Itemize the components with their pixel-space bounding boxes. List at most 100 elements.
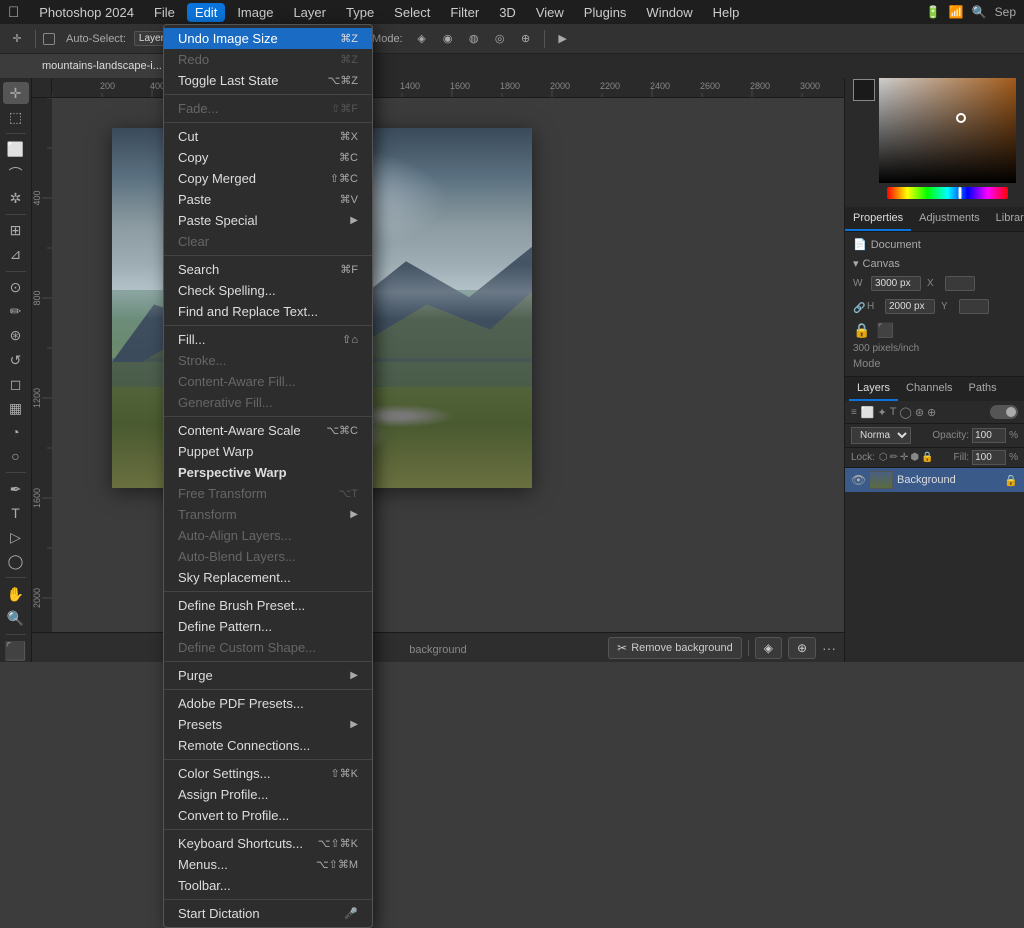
shape-tool[interactable]: ◯	[3, 550, 29, 572]
layers-tab-channels[interactable]: Channels	[898, 377, 960, 401]
smart-object-icon[interactable]: ⊛	[915, 406, 924, 419]
menu-item-toolbar[interactable]: Toolbar...	[164, 875, 372, 896]
menu-item-assign-profile[interactable]: Assign Profile...	[164, 784, 372, 805]
move-tool-btn[interactable]: ✛	[6, 28, 28, 50]
artboard-tool[interactable]: ⬚	[3, 106, 29, 128]
menu-item-search[interactable]: Search ⌘F	[164, 259, 372, 280]
menu-item-copy[interactable]: Copy ⌘C	[164, 147, 372, 168]
layer-visibility-eye[interactable]: 👁	[851, 473, 865, 487]
blend-mode-select[interactable]: Normal	[851, 427, 911, 444]
pixel-layer-icon[interactable]: ⬜	[861, 406, 875, 419]
menu-item-sky-replacement[interactable]: Sky Replacement...	[164, 567, 372, 588]
canvas-y-input[interactable]	[959, 299, 989, 314]
marquee-tool[interactable]: ⬜	[3, 139, 29, 161]
lock-image-icon[interactable]: ✏	[890, 452, 898, 463]
brush-tool[interactable]: ✏	[3, 301, 29, 323]
refine-edge-btn[interactable]: ⊕	[788, 637, 816, 659]
magic-wand-tool[interactable]: ✲	[3, 187, 29, 209]
opacity-input[interactable]	[972, 428, 1006, 443]
lock-artboard-icon[interactable]: ⬢	[910, 452, 919, 463]
menu-item-convert-to-profile[interactable]: Convert to Profile...	[164, 805, 372, 826]
menu-help[interactable]: Help	[705, 3, 748, 22]
3d-btn-2[interactable]: ◉	[437, 28, 459, 50]
menu-item-check-spelling[interactable]: Check Spelling...	[164, 280, 372, 301]
crop-tool[interactable]: ⊞	[3, 220, 29, 242]
history-brush-tool[interactable]: ↺	[3, 349, 29, 371]
menu-item-paste-special[interactable]: Paste Special ▶	[164, 210, 372, 231]
menu-view[interactable]: View	[528, 3, 572, 22]
path-selection-tool[interactable]: ▷	[3, 526, 29, 548]
more-options-btn[interactable]: ···	[822, 640, 836, 656]
pen-tool[interactable]: ✒	[3, 478, 29, 500]
background-swatch[interactable]	[853, 79, 875, 101]
3d-btn-5[interactable]: ⊕	[515, 28, 537, 50]
menu-image[interactable]: Image	[229, 3, 281, 22]
clone-stamp-tool[interactable]: ⊛	[3, 325, 29, 347]
menu-type[interactable]: Type	[338, 3, 382, 22]
menu-item-find-replace[interactable]: Find and Replace Text...	[164, 301, 372, 322]
canvas-width-input[interactable]	[871, 276, 921, 291]
menu-select[interactable]: Select	[386, 3, 438, 22]
menu-3d[interactable]: 3D	[491, 3, 524, 22]
eyedropper-tool[interactable]: ⊿	[3, 244, 29, 266]
menu-item-color-settings[interactable]: Color Settings... ⇧⌘K	[164, 763, 372, 784]
libraries-tab[interactable]: Libraries	[988, 207, 1024, 231]
menu-item-toggle-last[interactable]: Toggle Last State ⌥⌘Z	[164, 70, 372, 91]
menu-item-puppet-warp[interactable]: Puppet Warp	[164, 441, 372, 462]
menu-item-cut[interactable]: Cut ⌘X	[164, 126, 372, 147]
doc-tab-active[interactable]: mountains-landscape-i...	[32, 54, 173, 78]
menu-item-perspective-warp[interactable]: Perspective Warp	[164, 462, 372, 483]
hand-tool[interactable]: ✋	[3, 583, 29, 605]
menu-plugins[interactable]: Plugins	[576, 3, 635, 22]
search-icon-menubar[interactable]: 🔍	[972, 5, 987, 19]
remove-background-btn[interactable]: ✂ Remove background	[608, 637, 742, 659]
menu-edit[interactable]: Edit	[187, 3, 225, 22]
menu-photoshop[interactable]: Photoshop 2024	[31, 3, 142, 22]
zoom-tool[interactable]: 🔍	[3, 607, 29, 629]
blur-tool[interactable]: ◔	[3, 421, 29, 443]
type-tool[interactable]: T	[3, 502, 29, 524]
menu-item-remote-connections[interactable]: Remote Connections...	[164, 735, 372, 756]
canvas-portrait-toggle[interactable]: ⬛	[876, 322, 893, 339]
shape-layer-icon[interactable]: ◯	[900, 406, 912, 419]
menu-item-purge[interactable]: Purge ▶	[164, 665, 372, 686]
menu-item-fill[interactable]: Fill... ⇧ ⌂	[164, 329, 372, 350]
canvas-chevron[interactable]: ▾	[853, 257, 859, 270]
type-layer-icon[interactable]: T	[890, 406, 897, 419]
apple-icon[interactable]: 	[8, 4, 19, 21]
lock-position-icon[interactable]: ✛	[900, 452, 908, 463]
menu-item-content-aware-scale[interactable]: Content-Aware Scale ⌥⌘C	[164, 420, 372, 441]
layers-tab-paths[interactable]: Paths	[961, 377, 1005, 401]
menu-item-adobe-pdf-presets[interactable]: Adobe PDF Presets...	[164, 693, 372, 714]
menu-item-paste[interactable]: Paste ⌘V	[164, 189, 372, 210]
hue-slider[interactable]	[887, 187, 1008, 199]
menu-item-define-pattern[interactable]: Define Pattern...	[164, 616, 372, 637]
menu-item-presets[interactable]: Presets ▶	[164, 714, 372, 735]
menu-item-redo[interactable]: Redo ⌘Z	[164, 49, 372, 70]
menu-item-define-brush[interactable]: Define Brush Preset...	[164, 595, 372, 616]
adjustment-layer-icon[interactable]: ✦	[878, 406, 887, 419]
menu-file[interactable]: File	[146, 3, 183, 22]
layers-tab-layers[interactable]: Layers	[849, 377, 898, 401]
adjustments-tab[interactable]: Adjustments	[911, 207, 988, 231]
menu-item-undo[interactable]: Undo Image Size ⌘Z	[164, 28, 372, 49]
3d-btn-4[interactable]: ◎	[489, 28, 511, 50]
layer-item-background[interactable]: 👁 Background 🔒	[845, 468, 1024, 492]
menu-layer[interactable]: Layer	[285, 3, 334, 22]
auto-select-checkbox[interactable]	[43, 33, 55, 45]
canvas-link-toggle[interactable]: 🔒	[853, 322, 870, 339]
dodge-tool[interactable]: ○	[3, 445, 29, 467]
lock-all-icon[interactable]: 🔒	[921, 452, 933, 463]
properties-tab[interactable]: Properties	[845, 207, 911, 231]
lasso-tool[interactable]: ⌒	[3, 163, 29, 185]
lock-transparent-icon[interactable]: ⬡	[879, 452, 888, 463]
fill-input[interactable]	[972, 450, 1006, 465]
canvas-x-input[interactable]	[945, 276, 975, 291]
filter-layer-icon[interactable]: ⊕	[927, 406, 936, 419]
eraser-tool[interactable]: ◻	[3, 373, 29, 395]
menu-window[interactable]: Window	[638, 3, 700, 22]
menu-item-copy-merged[interactable]: Copy Merged ⇧⌘C	[164, 168, 372, 189]
gradient-tool[interactable]: ▦	[3, 397, 29, 419]
menu-filter[interactable]: Filter	[442, 3, 487, 22]
move-tool[interactable]: ✛	[3, 82, 29, 104]
